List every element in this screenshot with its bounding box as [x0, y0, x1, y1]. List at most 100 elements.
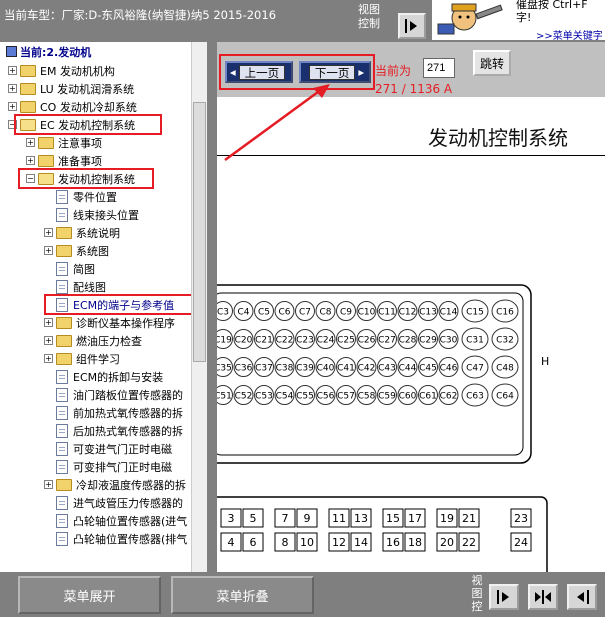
connector-pin-label: C11: [378, 308, 396, 318]
expand-toggle-icon[interactable]: +: [8, 84, 17, 93]
document-icon: [56, 279, 68, 294]
connector-pin-label: C59: [378, 392, 396, 402]
expand-toggle-icon[interactable]: +: [44, 354, 53, 363]
tree-folder-item[interactable]: + 组件学习: [44, 350, 120, 367]
connector-pin-label: C48: [496, 364, 514, 374]
jump-button[interactable]: 跳转: [473, 50, 511, 76]
tree-doc-item[interactable]: 前加热式氧传感器的拆: [44, 404, 183, 421]
tree-doc-item[interactable]: 配线图: [44, 278, 106, 295]
expand-toggle-icon[interactable]: +: [44, 336, 53, 345]
tree-doc-item[interactable]: 凸轮轴位置传感器(进气: [44, 512, 187, 529]
tree-header-text: 当前:2.发动机: [20, 46, 92, 59]
connector-pin-label: C61: [419, 392, 437, 402]
expand-toggle-icon[interactable]: +: [8, 102, 17, 111]
tree-item-label: 凸轮轴位置传感器(排气: [73, 532, 188, 546]
arrow-right-bar-icon: [405, 19, 417, 33]
tree-folder-item[interactable]: + 系统说明: [44, 224, 120, 241]
connector-pin-label: 14: [354, 536, 368, 549]
expand-toggle-icon[interactable]: +: [26, 156, 35, 165]
connector-pin-label: C19: [217, 336, 232, 346]
car-model-title: 当前车型：厂家:D-东风裕隆(纳智捷)纳5 2015-2016: [4, 8, 277, 22]
view-split-button[interactable]: [528, 584, 558, 610]
highlight-box-page-nav: [219, 54, 375, 90]
tree-item-label: 组件学习: [76, 352, 120, 366]
tree-folder-item[interactable]: + 诊断仪基本操作程序: [44, 314, 175, 331]
document-icon: [56, 261, 68, 276]
tree-header-icon: [6, 46, 17, 57]
connector-pin-label: C41: [337, 364, 355, 374]
tree-scrollbar-thumb[interactable]: [193, 102, 206, 362]
arrow-left-bar-icon: [577, 590, 589, 604]
connector-pin-label: C22: [276, 336, 294, 346]
connector-pin-label: C3: [217, 308, 229, 318]
tree-folder-item[interactable]: + LU 发动机润滑系统: [8, 80, 134, 97]
page-number-input[interactable]: [423, 58, 455, 78]
mechanic-mascot-icon: [432, 0, 507, 40]
tree-doc-item[interactable]: 零件位置: [44, 188, 117, 205]
view-left-button[interactable]: [567, 584, 597, 610]
connector-pin-label: C13: [419, 308, 437, 318]
panel-splitter[interactable]: [207, 42, 217, 572]
connector-pin-label: C47: [466, 364, 484, 374]
view-control-label: 视图控制: [358, 3, 380, 30]
connector-pin-label: C7: [299, 308, 311, 318]
bottom-view-control-label: 视图控: [471, 574, 483, 613]
expand-toggle-icon[interactable]: +: [44, 246, 53, 255]
menu-collapse-button[interactable]: 菜单折叠: [171, 576, 314, 614]
expand-toggle-icon[interactable]: +: [44, 318, 53, 327]
tree-folder-item[interactable]: + CO 发动机冷却系统: [8, 98, 137, 115]
tree-item-label: ECM的拆卸与安装: [73, 370, 164, 384]
tree-folder-item[interactable]: + 准备事项: [26, 152, 102, 169]
expand-toggle-icon[interactable]: +: [8, 66, 17, 75]
menu-expand-button[interactable]: 菜单展开: [18, 576, 161, 614]
expand-toggle-icon[interactable]: +: [44, 480, 53, 489]
tree-doc-item[interactable]: 可变进气门正时电磁: [44, 440, 172, 457]
connector-pin-label: C40: [317, 364, 335, 374]
connector-pin-label: 15: [386, 512, 400, 525]
connector-pin-label: 7: [282, 512, 289, 525]
expand-toggle-icon[interactable]: +: [26, 138, 35, 147]
expand-toggle-icon[interactable]: +: [44, 228, 53, 237]
folder-icon: [20, 64, 36, 77]
highlight-box-ecm-terminals: [44, 294, 193, 315]
connector-pin-label: C39: [296, 364, 314, 374]
connector-pin-label: C43: [378, 364, 396, 374]
connector-pin-label: C46: [440, 364, 458, 374]
connector-pin-label: C44: [399, 364, 417, 374]
connector-pin-label: C5: [258, 308, 270, 318]
connector-pin-label: 12: [332, 536, 346, 549]
tree-folder-item[interactable]: + 注意事项: [26, 134, 102, 151]
tree-doc-item[interactable]: 凸轮轴位置传感器(排气: [44, 530, 187, 547]
tree-folder-item[interactable]: + EM 发动机机构: [8, 62, 115, 79]
tree-doc-item[interactable]: 进气歧管压力传感器的: [44, 494, 183, 511]
banner-line-2: 字!: [516, 11, 532, 24]
tree-doc-item[interactable]: 简图: [44, 260, 95, 277]
connector-pin-label: C64: [496, 392, 514, 402]
tree-doc-item[interactable]: ECM的拆卸与安装: [44, 368, 163, 385]
connector-pin-label: 9: [304, 512, 311, 525]
document-toolbar: ◂上一页 下一页▸ 当前为 跳转 271 / 1136 A: [217, 42, 605, 97]
tree-folder-item[interactable]: + 冷却液温度传感器的拆: [44, 476, 186, 493]
tree-doc-item[interactable]: 油门踏板位置传感器的: [44, 386, 183, 403]
tree-item-label: 系统图: [76, 244, 109, 258]
folder-icon: [38, 154, 54, 167]
tree-doc-item[interactable]: 可变排气门正时电磁: [44, 458, 172, 475]
banner-link[interactable]: >>菜单关键字: [536, 27, 603, 40]
document-icon: [56, 369, 68, 384]
folder-icon: [56, 316, 72, 329]
tree-current-header: 当前:2.发动机: [6, 44, 91, 60]
view-right-button[interactable]: [489, 584, 519, 610]
tree-doc-item[interactable]: 线束接头位置: [44, 206, 139, 223]
tree-item-label: 后加热式氧传感器的拆: [73, 424, 183, 438]
tree-doc-item[interactable]: 后加热式氧传感器的拆: [44, 422, 183, 439]
document-page: 发动机控制系统 C3 C4 C5 C6 C7 C8 C9 C10 C11 C12 C13 C14 C15…: [217, 97, 605, 572]
tree-item-label: 进气歧管压力传感器的: [73, 496, 183, 510]
connector-pin-label: C23: [296, 336, 314, 346]
folder-icon: [20, 100, 36, 113]
connector-pin-label: 20: [440, 536, 454, 549]
tree-scrollbar[interactable]: [191, 42, 207, 572]
tree-folder-item[interactable]: + 系统图: [44, 242, 109, 259]
connector-pin-label: 8: [282, 536, 289, 549]
tree-folder-item[interactable]: + 燃油压力检查: [44, 332, 142, 349]
view-toggle-button[interactable]: [398, 13, 426, 39]
